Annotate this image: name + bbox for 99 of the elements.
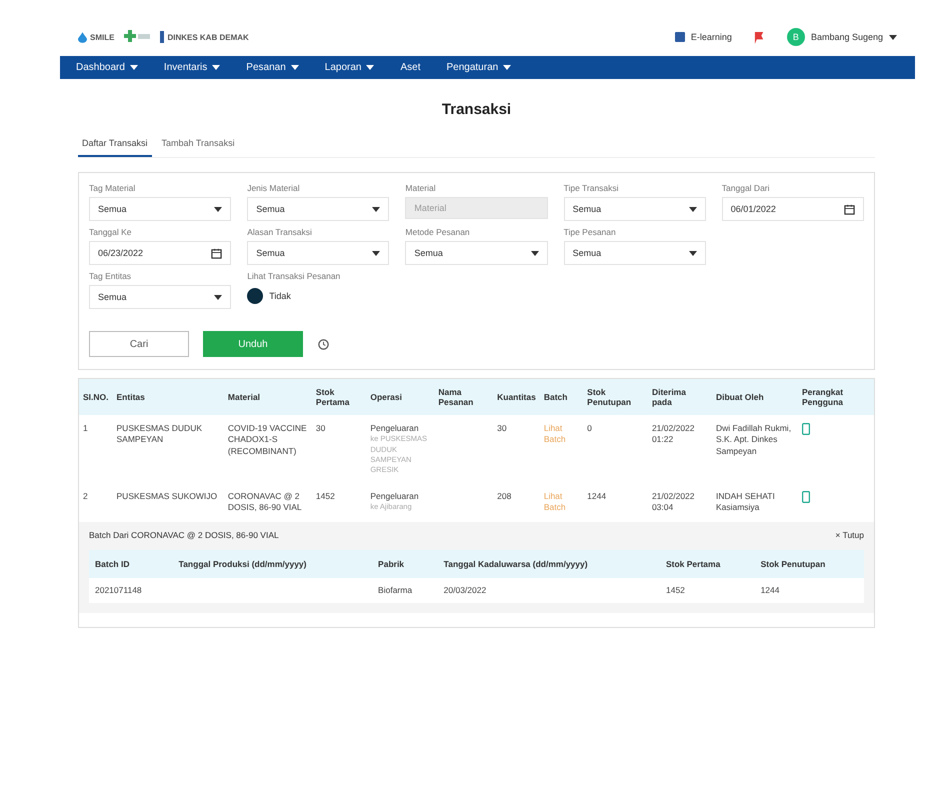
- elearning-link[interactable]: E-learning: [674, 32, 732, 42]
- field-label: Tanggal Ke: [89, 227, 133, 237]
- field-label: Jenis Material: [247, 183, 301, 193]
- table-cell-text: CORONAVAC @ 2 DOSIS, 86-90 VIAL: [226, 490, 303, 514]
- table-cell: 0: [583, 415, 648, 483]
- field-label: Tag Material: [89, 183, 136, 193]
- column-header: Batch ID: [89, 550, 173, 578]
- column-header: Tanggal Produksi (dd/mm/yyyy): [172, 550, 372, 578]
- table-cell: 1: [79, 415, 113, 483]
- flag-icon[interactable]: [754, 30, 765, 44]
- book-icon: [674, 32, 685, 42]
- column-header: Stok Pertama: [660, 550, 755, 578]
- user-menu[interactable]: B Bambang Sugeng: [786, 28, 897, 46]
- table-cell: Pengeluaran: [370, 423, 419, 433]
- search-button[interactable]: Cari: [89, 331, 189, 357]
- column-header: Batch: [540, 379, 584, 415]
- caret-icon: [372, 250, 380, 256]
- table-cell: 1452: [666, 584, 685, 595]
- table-cell: Dwi Fadillah Rukmi, S.K. Apt. Dinkes Sampeyan: [712, 415, 798, 483]
- nav-item[interactable]: Pesanan: [246, 62, 299, 73]
- table-cell-text: 21/02/2022 03:04: [650, 490, 696, 514]
- table-cell: PUSKESMAS DUDUK SAMPEYAN: [112, 415, 224, 483]
- select-field[interactable]: Semua: [247, 197, 390, 221]
- calendar-icon: [844, 204, 855, 214]
- nav-item[interactable]: Laporan: [324, 62, 374, 73]
- table-cell: 30: [312, 415, 366, 483]
- caret-icon: [366, 65, 374, 70]
- select-field[interactable]: Semua: [89, 285, 232, 309]
- nav-item[interactable]: Aset: [400, 62, 420, 73]
- column-header: Stok Penutupan: [583, 379, 648, 415]
- column-header: Tanggal Kadaluwarsa (dd/mm/yyyy): [438, 550, 660, 578]
- field-label: Tipe Transaksi: [564, 183, 620, 193]
- date-field[interactable]: 06/01/2022: [722, 197, 864, 221]
- close-link[interactable]: × Tutup: [835, 530, 864, 540]
- phone-icon: [802, 490, 810, 503]
- caret-icon: [688, 250, 697, 256]
- field-label: Material: [405, 183, 437, 193]
- toggle-switch[interactable]: [247, 288, 264, 304]
- column-header: Nama Pesanan: [434, 379, 494, 415]
- column-header: Material: [224, 379, 312, 415]
- caret-icon: [212, 65, 220, 70]
- caret-icon: [214, 294, 222, 300]
- table-cell-text: INDAH SEHATI Kasiamsiya: [714, 490, 776, 514]
- column-header: Dibuat Oleh: [712, 379, 798, 415]
- field-label: Alasan Transaksi: [247, 227, 313, 237]
- field-label: Tanggal Dari: [722, 183, 771, 193]
- table-cell-text: 208: [496, 490, 512, 503]
- nav-item[interactable]: Pengaturan: [446, 62, 512, 73]
- table-cell: 2021071148: [95, 584, 142, 595]
- select-field[interactable]: Semua: [89, 197, 232, 221]
- column-header: Operasi: [366, 379, 434, 415]
- nav-item[interactable]: Inventaris: [164, 62, 220, 73]
- caret-icon: [130, 65, 138, 70]
- table-cell: 30: [493, 415, 540, 483]
- phone-icon: [802, 423, 810, 435]
- column-header: SI.NO.: [79, 379, 113, 415]
- column-header: Stok Pertama: [312, 379, 366, 415]
- table-cell: Pengeluaran: [370, 490, 419, 501]
- column-header: Stok Penutupan: [754, 550, 864, 578]
- panel-title: Batch Dari CORONAVAC @ 2 DOSIS, 86-90 VIAL: [89, 530, 279, 540]
- caret-icon: [530, 250, 539, 256]
- caret-icon: [290, 65, 299, 70]
- column-header: Kuantitas: [493, 379, 540, 415]
- caret-icon: [214, 206, 222, 212]
- page-title: Transaksi: [440, 101, 512, 118]
- field-label: Metode Pesanan: [405, 227, 471, 237]
- select-field[interactable]: Semua: [564, 197, 706, 221]
- table-cell: COVID-19 VACCINE CHADOX1-S (RECOMBINANT): [224, 415, 312, 483]
- table-cell: 1244: [760, 584, 780, 595]
- column-header: Pabrik: [372, 550, 438, 578]
- toggle-label: Tidak: [269, 291, 291, 301]
- caret-icon: [889, 34, 897, 40]
- logo: DINKES KAB DEMAK: [160, 31, 249, 43]
- table-cell: Biofarma: [378, 584, 412, 595]
- date-field[interactable]: 06/23/2022: [89, 241, 232, 265]
- logo: SMILE: [78, 32, 114, 42]
- caret-icon: [688, 206, 697, 212]
- column-header: Perangkat Pengguna: [798, 379, 874, 415]
- caret-icon: [503, 65, 512, 70]
- nav-item[interactable]: Dashboard: [76, 62, 138, 73]
- caret-icon: [372, 206, 380, 212]
- table-cell-text: 2: [82, 490, 89, 503]
- field-label: Tipe Pesanan: [564, 227, 617, 237]
- reset-icon[interactable]: [317, 338, 330, 350]
- table-cell: 20/03/2022: [444, 584, 486, 595]
- table-cell: 21/02/2022 01:22: [648, 415, 712, 483]
- select-field[interactable]: Semua: [247, 241, 390, 265]
- field-label: Lihat Transaksi Pesanan: [247, 271, 342, 281]
- column-header: Diterima pada: [648, 379, 712, 415]
- select-field[interactable]: Semua: [405, 241, 548, 265]
- field-label: Tag Entitas: [89, 271, 132, 281]
- tab[interactable]: Tambah Transaksi: [158, 134, 239, 157]
- calendar-icon: [211, 248, 222, 258]
- column-header: Entitas: [112, 379, 224, 415]
- table-cell-text: 1244: [586, 490, 608, 503]
- select-field[interactable]: Semua: [564, 241, 706, 265]
- table-cell-text: 1452: [314, 490, 336, 503]
- tab[interactable]: Daftar Transaksi: [78, 134, 152, 157]
- table-cell-text: PUSKESMAS SUKOWIJO: [116, 490, 218, 503]
